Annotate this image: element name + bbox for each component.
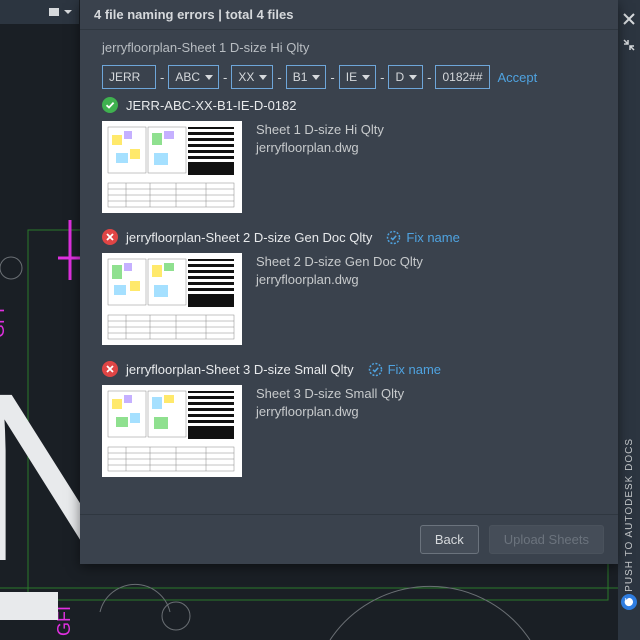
sync-badge[interactable] xyxy=(621,594,637,610)
x-circle-icon xyxy=(102,229,118,245)
error-file-name: jerryfloorplan-Sheet 3 D-size Small Qlty xyxy=(126,362,354,377)
rail-label: PUSH TO AUTODESK DOCS xyxy=(624,438,635,592)
field-level[interactable]: B1 xyxy=(286,65,327,89)
sheet-thumbnail[interactable] xyxy=(102,253,242,345)
sheet-title: Sheet 1 D-size Hi Qlty xyxy=(256,121,384,139)
file-card: Sheet 1 D-size Hi Qlty jerryfloorplan.dw… xyxy=(102,121,600,213)
sync-icon xyxy=(624,597,634,607)
field-originator[interactable]: ABC xyxy=(168,65,219,89)
file-meta: Sheet 2 D-size Gen Doc Qlty jerryfloorpl… xyxy=(256,253,423,345)
right-rail: PUSH TO AUTODESK DOCS xyxy=(618,0,640,640)
sheet-dwg: jerryfloorplan.dwg xyxy=(256,271,423,289)
sheet-title: Sheet 3 D-size Small Qlty xyxy=(256,385,404,403)
maximize-icon xyxy=(49,8,59,16)
panel-footer: Back Upload Sheets xyxy=(80,514,618,564)
fix-name-link[interactable]: Fix name xyxy=(386,230,459,245)
field-role[interactable]: D xyxy=(388,65,423,89)
fix-name-link[interactable]: Fix name xyxy=(368,362,441,377)
fix-icon xyxy=(386,230,401,245)
file-meta: Sheet 3 D-size Small Qlty jerryfloorplan… xyxy=(256,385,404,477)
collapse-in-icon[interactable] xyxy=(622,38,636,52)
upload-sheets-button[interactable]: Upload Sheets xyxy=(489,525,604,554)
panel-body: jerryfloorplan-Sheet 1 D-size Hi Qlty JE… xyxy=(80,30,618,514)
field-number[interactable]: 0182## xyxy=(435,65,489,89)
sheet-title: Sheet 2 D-size Gen Doc Qlty xyxy=(256,253,423,271)
file-card: Sheet 3 D-size Small Qlty jerryfloorplan… xyxy=(102,385,600,477)
x-circle-icon xyxy=(102,361,118,377)
model-tab-controls[interactable] xyxy=(0,0,80,24)
close-icon[interactable] xyxy=(622,12,636,26)
naming-field-row: JERR - ABC - XX - B1 - IE - D - 0182## A… xyxy=(102,65,600,89)
file-card: Sheet 2 D-size Gen Doc Qlty jerryfloorpl… xyxy=(102,253,600,345)
naming-errors-panel: 4 file naming errors | total 4 files jer… xyxy=(80,0,618,564)
sheet-thumbnail[interactable] xyxy=(102,121,242,213)
field-type[interactable]: IE xyxy=(339,65,376,89)
sheet-dwg: jerryfloorplan.dwg xyxy=(256,403,404,421)
check-circle-icon xyxy=(102,97,118,113)
panel-title: 4 file naming errors | total 4 files xyxy=(80,0,618,30)
file-meta: Sheet 1 D-size Hi Qlty jerryfloorplan.dw… xyxy=(256,121,384,213)
result-row-ok: JERR-ABC-XX-B1-IE-D-0182 xyxy=(102,97,600,113)
fix-icon xyxy=(368,362,383,377)
sheet-thumbnail[interactable] xyxy=(102,385,242,477)
field-volume[interactable]: XX xyxy=(231,65,273,89)
accept-link[interactable]: Accept xyxy=(498,70,538,85)
result-row-err: jerryfloorplan-Sheet 2 D-size Gen Doc Ql… xyxy=(102,229,600,245)
chevron-down-icon xyxy=(63,7,73,17)
svg-text:GFI: GFI xyxy=(0,308,8,338)
sheet-dwg: jerryfloorplan.dwg xyxy=(256,139,384,157)
field-project[interactable]: JERR xyxy=(102,65,156,89)
result-row-err: jerryfloorplan-Sheet 3 D-size Small Qlty… xyxy=(102,361,600,377)
error-file-name: jerryfloorplan-Sheet 2 D-size Gen Doc Ql… xyxy=(126,230,372,245)
back-button[interactable]: Back xyxy=(420,525,479,554)
current-file-name: jerryfloorplan-Sheet 1 D-size Hi Qlty xyxy=(102,40,600,55)
result-name: JERR-ABC-XX-B1-IE-D-0182 xyxy=(126,98,297,113)
